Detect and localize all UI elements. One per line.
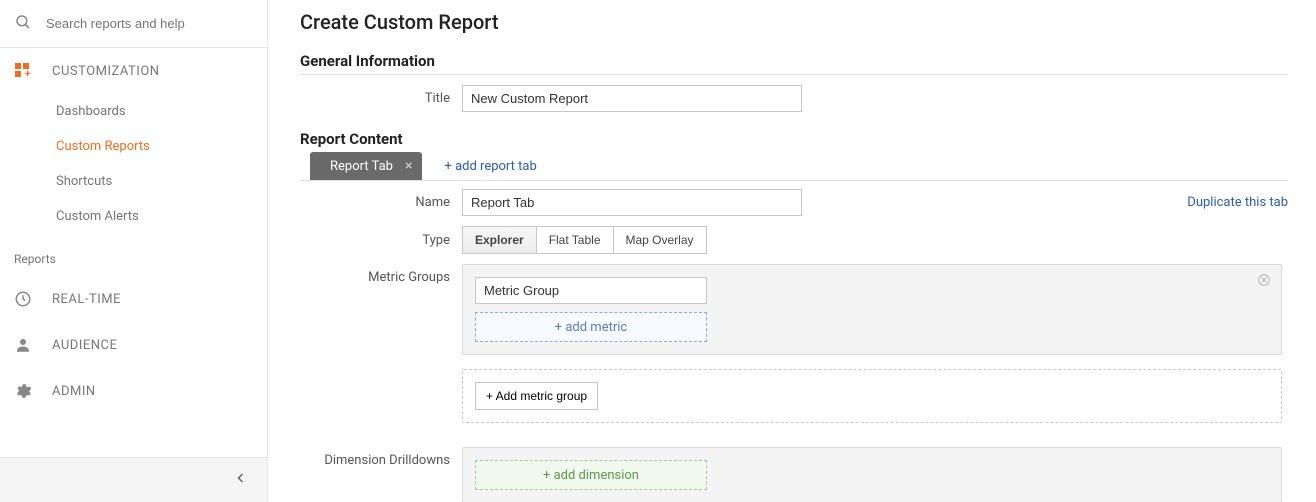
dimension-drilldowns-label: Dimension Drilldowns [300,447,462,468]
title-input[interactable] [462,85,802,112]
add-metric-group-button[interactable]: + Add metric group [475,382,598,410]
svg-text:+: + [25,69,31,80]
page-title: Create Custom Report [300,10,1288,34]
sidebar-realtime[interactable]: REAL-TIME [0,276,267,322]
tab-row: Report Tab × + add report tab [300,152,1288,181]
sidebar-admin[interactable]: ADMIN [0,368,267,414]
metric-group-name-input[interactable] [475,277,707,304]
admin-label: ADMIN [52,384,96,399]
metric-groups-label: Metric Groups [300,264,462,285]
realtime-label: REAL-TIME [52,292,121,307]
type-map-overlay-button[interactable]: Map Overlay [614,226,707,254]
sidebar-item-custom-reports[interactable]: Custom Reports [0,129,267,164]
close-icon[interactable]: × [405,158,412,174]
chevron-left-icon [235,472,247,488]
add-metric-button[interactable]: + add metric [475,312,707,342]
add-dimension-button[interactable]: + add dimension [475,460,707,490]
name-input[interactable] [462,189,802,216]
dimension-panel: + add dimension [462,447,1282,502]
search-input[interactable] [46,16,253,31]
type-explorer-button[interactable]: Explorer [462,226,537,254]
main-content: Create Custom Report General Information… [268,0,1316,502]
tab-chip-label: Report Tab [330,159,393,174]
title-label: Title [300,91,462,106]
remove-metric-group-icon[interactable] [1257,273,1271,291]
gear-icon [14,382,52,400]
audience-label: AUDIENCE [52,338,117,353]
add-report-tab-link[interactable]: + add report tab [444,159,536,174]
duplicate-tab-link[interactable]: Duplicate this tab [1187,195,1288,210]
report-content-heading: Report Content [300,130,1288,148]
type-button-group: Explorer Flat Table Map Overlay [462,226,707,254]
customization-label: CUSTOMIZATION [52,64,160,79]
sidebar-customization[interactable]: + CUSTOMIZATION [0,48,267,94]
sidebar-collapse[interactable] [0,457,267,502]
customization-icon: + [14,62,52,80]
add-metric-group-panel: + Add metric group [462,369,1282,423]
general-info-heading: General Information [300,52,1288,70]
report-tab-chip[interactable]: Report Tab × [310,152,422,180]
search-icon [14,13,32,35]
type-flat-table-button[interactable]: Flat Table [537,226,614,254]
metric-group-panel: + add metric [462,264,1282,355]
reports-group-label: Reports [0,234,267,276]
name-label: Name [300,195,462,210]
sidebar: + CUSTOMIZATION Dashboards Custom Report… [0,0,268,502]
sidebar-audience[interactable]: AUDIENCE [0,322,267,368]
type-label: Type [300,233,462,248]
search-row [0,0,267,48]
divider [300,74,1288,75]
sidebar-item-dashboards[interactable]: Dashboards [0,94,267,129]
sidebar-item-custom-alerts[interactable]: Custom Alerts [0,199,267,234]
clock-icon [14,290,52,308]
sidebar-item-shortcuts[interactable]: Shortcuts [0,164,267,199]
person-icon [14,336,52,354]
